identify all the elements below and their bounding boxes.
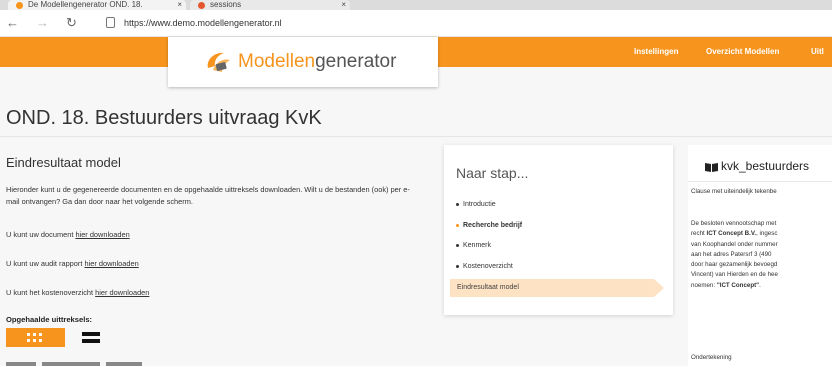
nav-link-uitloggen[interactable]: Uitl (811, 47, 824, 57)
close-icon[interactable]: × (341, 0, 346, 10)
step-item-eindresultaat-model[interactable]: Eindresultaat model (450, 279, 664, 297)
clause-line: door haar gezamenlijk bevoegd (691, 260, 832, 270)
clause-text: De besloten vennootschap met recht ICT C… (691, 219, 832, 291)
section-heading: Eindresultaat model (6, 155, 121, 170)
close-icon[interactable]: × (177, 0, 182, 10)
clause-line: Vincent) van Hierden en de hee (691, 270, 832, 280)
download-costs-line: U kunt het kostenoverzicht hier download… (6, 288, 149, 298)
page-title: OND. 18. Bestuurders uitvraag KvK (6, 107, 322, 129)
forward-arrow-icon[interactable]: → (36, 15, 49, 31)
intro-text: Hieronder kunt u de gegenereerde documen… (6, 185, 410, 206)
step-label-active: Eindresultaat model (457, 284, 519, 291)
bullet-icon (456, 223, 459, 227)
reload-icon[interactable]: ↻ (66, 15, 77, 31)
download-document-line: U kunt uw document hier downloaden (6, 230, 130, 240)
clause-line: recht ICT Concept B.V., ingesc (691, 229, 832, 239)
download-text: U kunt uw audit rapport (6, 259, 85, 268)
grid-icon (27, 333, 43, 342)
step-label: Kostenoverzicht (463, 263, 513, 270)
clause-line-text: . (759, 281, 761, 289)
extract-grid-button[interactable] (6, 328, 65, 347)
nav-link-instellingen[interactable]: Instellingen (634, 47, 678, 57)
clause-line-text: noemen: (691, 281, 717, 289)
logo-wordmark: Modellengenerator (238, 51, 396, 73)
clause-line-text: De besloten vennootschap met (691, 220, 777, 227)
download-text: U kunt uw document (6, 230, 76, 239)
browser-tab-active[interactable]: De Modellengenerator OND. 18. × (8, 0, 186, 10)
cut-off-text-row (6, 359, 176, 366)
clause-line: van Koophandel onder nummer (691, 240, 832, 250)
nav-link-overzicht-modellen[interactable]: Overzicht Modellen (706, 47, 779, 57)
clause-line-text: van Koophandel onder nummer (691, 240, 778, 248)
logo-icon (207, 52, 230, 72)
step-panel-title: Naar stap... (456, 165, 529, 181)
bullet-icon (456, 243, 459, 247)
bullet-icon (456, 202, 459, 206)
clause-line: De besloten vennootschap met (691, 219, 832, 229)
clause-line-text: door haar gezamenlijk bevoegd (691, 261, 778, 269)
address-bar: ← → ↻ https://www.demo.modellengenerator… (0, 10, 832, 37)
step-label: Recherche bedrijf (463, 222, 523, 229)
tab-label: sessions (210, 0, 242, 9)
clause-preview-panel: kvk_bestuurders Clause met uiteindelijk … (688, 145, 832, 366)
download-text: U kunt het kostenoverzicht (6, 288, 96, 297)
clause-description: Clause met uiteindelijk tekenbe (691, 188, 777, 195)
step-navigation-panel: Naar stap... Introductie Recherche bedri… (444, 145, 673, 315)
logo-wordmark-part2: generator (315, 51, 397, 72)
step-label: Introductie (463, 201, 496, 208)
browser-tab-bar: De Modellengenerator OND. 18. × sessions… (0, 0, 832, 10)
clause-line-text: aan het adres Patersrf 3 (490 (691, 250, 772, 258)
url-field[interactable]: https://www.demo.modellengenerator.nl (124, 17, 282, 29)
signature-heading: Ondertekening (691, 354, 732, 361)
step-item-kostenoverzicht[interactable]: Kostenoverzicht (456, 262, 513, 272)
extract-document-button[interactable] (82, 331, 100, 344)
clause-title: kvk_bestuurders (721, 159, 810, 173)
extracts-label: Opgehaalde uittreksels: (6, 315, 93, 324)
site-favicon-icon (16, 2, 23, 9)
book-icon (705, 163, 718, 172)
download-audit-line: U kunt uw audit rapport hier downloaden (6, 259, 139, 269)
tab-label: De Modellengenerator OND. 18. (28, 0, 143, 9)
site-favicon-icon (198, 2, 205, 9)
step-item-kenmerk[interactable]: Kenmerk (456, 241, 491, 251)
site-logo[interactable]: Modellengenerator (168, 37, 438, 87)
clause-line-text: Vincent) van Hierden en de hee (691, 271, 778, 279)
step-item-recherche-bedrijf[interactable]: Recherche bedrijf (456, 221, 522, 231)
document-icon-line (82, 339, 100, 343)
clause-line: aan het adres Patersrf 3 (490 (691, 250, 832, 260)
document-icon (82, 332, 100, 336)
step-label: Kenmerk (463, 242, 492, 249)
clause-line-text: , ingesc (756, 230, 778, 238)
back-arrow-icon[interactable]: ← (6, 15, 19, 31)
download-audit-link[interactable]: hier downloaden (84, 259, 138, 268)
step-item-introductie[interactable]: Introductie (456, 200, 496, 210)
page-info-icon[interactable] (106, 17, 115, 28)
company-name: ICT Concept B.V. (706, 230, 757, 238)
clause-line: noemen: "ICT Concept". (691, 281, 832, 291)
bullet-icon (456, 264, 459, 268)
download-document-link[interactable]: hier downloaden (75, 230, 129, 239)
clause-line-text: recht (691, 230, 707, 238)
logo-wordmark-part1: Modellen (238, 51, 316, 72)
divider (688, 181, 832, 182)
browser-tab[interactable]: sessions × (190, 0, 350, 10)
download-costs-link[interactable]: hier downloaden (95, 288, 149, 297)
divider (0, 136, 832, 137)
company-alias: "ICT Concept" (716, 281, 760, 289)
